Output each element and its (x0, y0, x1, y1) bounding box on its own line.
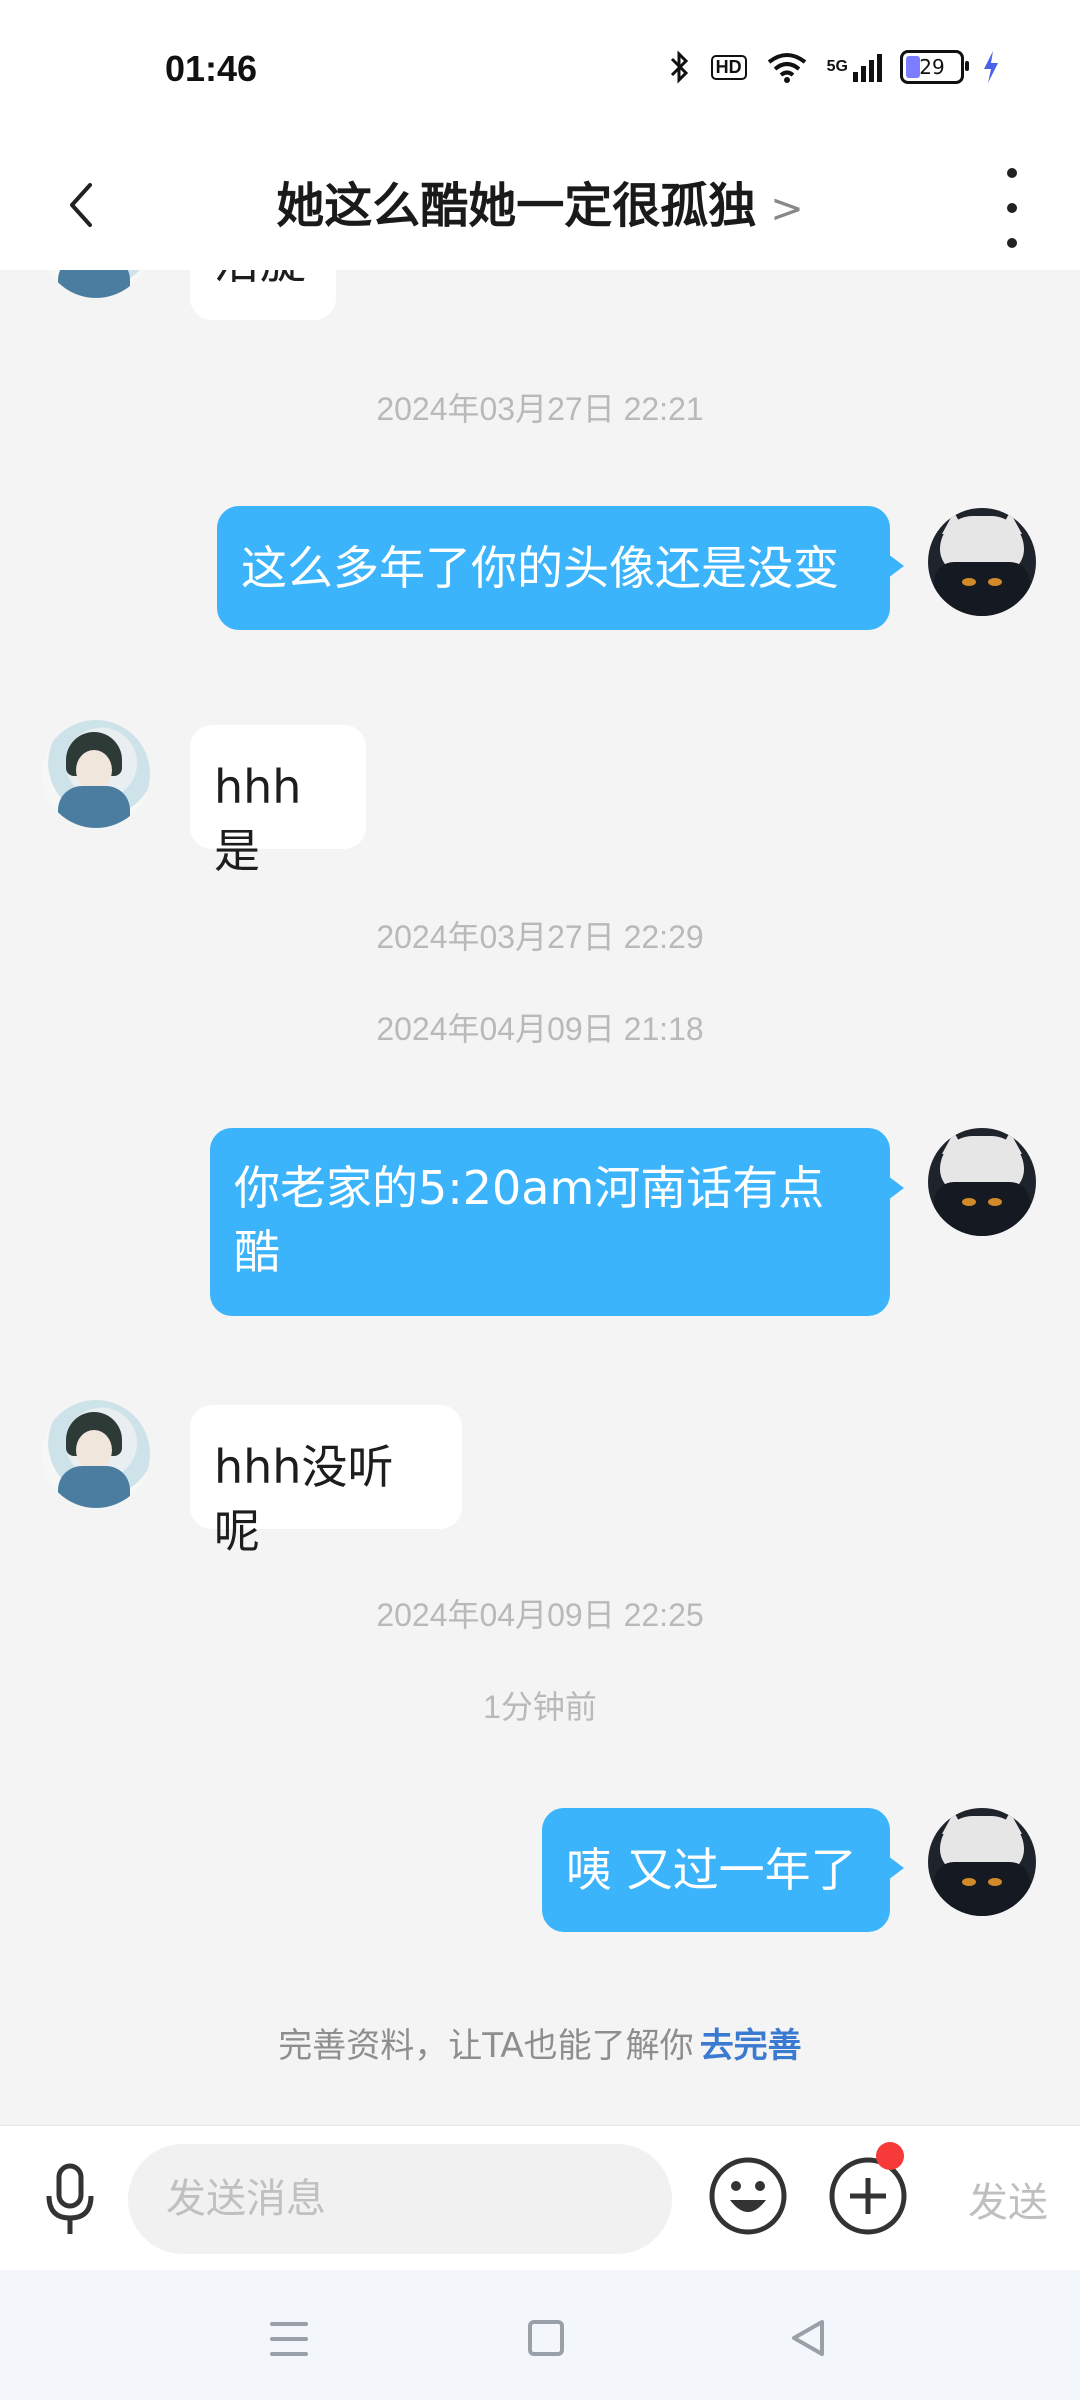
message-bubble-out[interactable]: 咦 又过一年了 (542, 1808, 904, 1932)
cellular-signal-icon: 5G (827, 50, 882, 84)
status-time: 01:46 (165, 48, 258, 89)
charging-icon (982, 50, 1000, 84)
contact-avatar[interactable] (42, 1400, 150, 1508)
chat-title-text: 她这么酷她一定很孤独 (276, 178, 757, 234)
message-timestamp: 2024年03月27日 22:21 (376, 391, 704, 427)
microphone-icon[interactable] (35, 2160, 105, 2238)
status-bar: 01:46 HD 5G 29 (0, 0, 1080, 140)
message-bubble-out[interactable]: 这么多年了你的头像还是没变 (217, 506, 904, 630)
home-button[interactable] (528, 2320, 564, 2356)
message-bubble-in[interactable]: 沿旋 (190, 270, 336, 320)
message-timestamp: 2024年03月27日 22:29 (376, 919, 704, 955)
message-input[interactable]: 发送消息 (128, 2144, 672, 2254)
notification-dot (876, 2142, 904, 2170)
bluetooth-icon (667, 50, 693, 84)
chat-message-list[interactable]: 沿旋 2024年03月27日 22:21 这么多年了你的头像还是没变 hhh是 … (0, 270, 1080, 2125)
wifi-icon (765, 50, 809, 84)
more-options-button[interactable] (1002, 168, 1022, 248)
contact-avatar[interactable] (42, 720, 150, 828)
hd-icon: HD (710, 50, 747, 84)
recent-apps-button[interactable] (270, 2322, 308, 2356)
status-icons: HD 5G 29 (667, 50, 1000, 84)
chevron-right-icon: > (770, 186, 804, 232)
message-composer: 发送消息 发送 (0, 2125, 1080, 2271)
message-bubble-in[interactable]: hhh是 (190, 725, 366, 878)
my-avatar[interactable] (928, 1808, 1036, 1916)
chat-header: 她这么酷她一定很孤独 > (0, 140, 1080, 270)
message-bubble-in[interactable]: hhh没听呢 (190, 1405, 462, 1558)
message-timestamp: 2024年04月09日 21:18 (376, 1011, 704, 1047)
chat-title[interactable]: 她这么酷她一定很孤独 > (0, 166, 1080, 236)
message-timestamp: 1分钟前 (483, 1689, 597, 1725)
my-avatar[interactable] (928, 1128, 1036, 1236)
send-button[interactable]: 发送 (968, 2170, 1048, 2228)
system-navigation-bar (0, 2270, 1080, 2400)
complete-profile-link[interactable]: 去完善 (700, 2026, 802, 2066)
message-bubble-out[interactable]: 你老家的5:20am河南话有点酷 (210, 1128, 904, 1316)
emoji-icon[interactable] (708, 2156, 788, 2236)
system-back-button[interactable] (788, 2318, 826, 2358)
my-avatar[interactable] (928, 508, 1036, 616)
contact-avatar[interactable] (42, 270, 150, 298)
message-timestamp: 2024年04月09日 22:25 (376, 1597, 704, 1633)
profile-completion-hint: 完善资料，让TA也能了解你 去完善 (278, 2026, 802, 2066)
battery-icon: 29 (900, 50, 969, 84)
